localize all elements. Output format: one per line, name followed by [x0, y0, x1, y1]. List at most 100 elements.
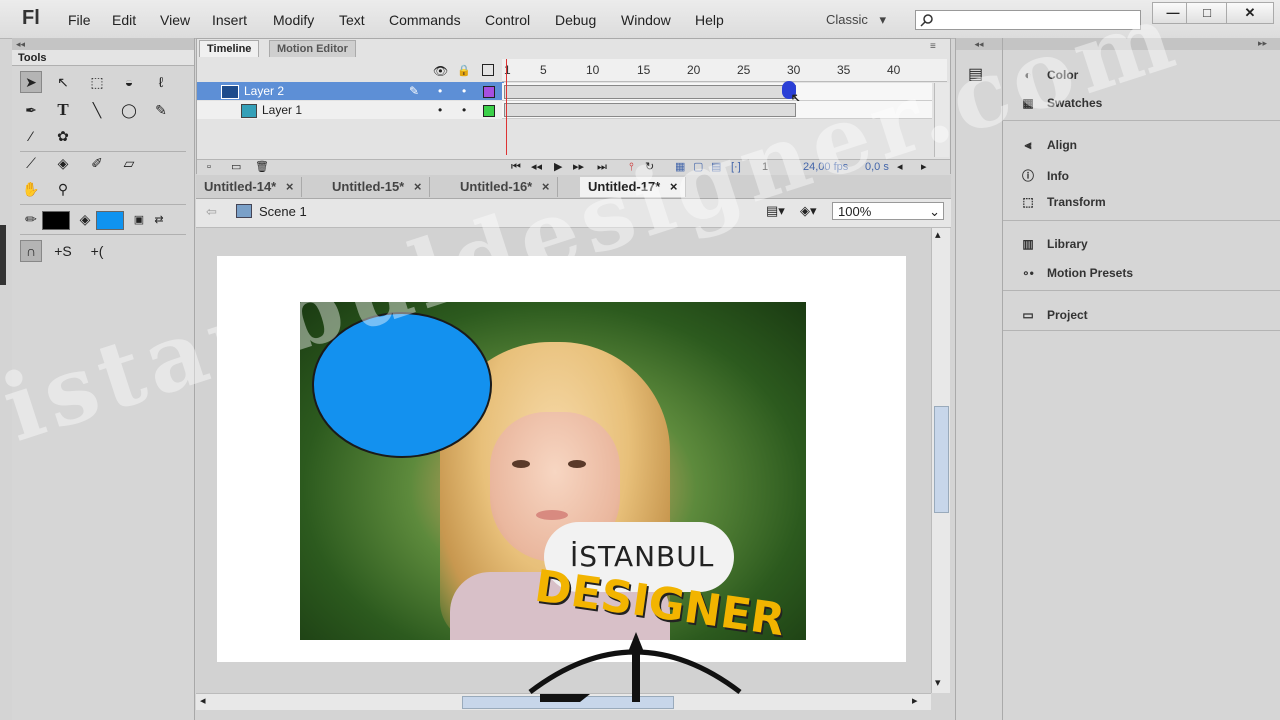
- panel-label: Library: [1047, 237, 1088, 251]
- menu-control[interactable]: Control: [485, 12, 530, 28]
- deco-tool-icon[interactable]: ✿: [52, 125, 74, 147]
- menu-window[interactable]: Window: [621, 12, 671, 28]
- menu-insert[interactable]: Insert: [212, 12, 247, 28]
- new-layer-icon[interactable]: ▫: [207, 160, 211, 175]
- playhead[interactable]: [506, 59, 507, 155]
- tab-motion-editor[interactable]: Motion Editor: [269, 40, 356, 57]
- stroke-color-swatch[interactable]: [42, 211, 70, 230]
- swap-colors-icon[interactable]: ⇄: [148, 208, 170, 230]
- layer-row-layer-2[interactable]: Layer 2 ✎ • •: [197, 82, 504, 100]
- lasso-tool-icon[interactable]: ℓ: [150, 71, 172, 93]
- left-edge-bar: [0, 225, 6, 285]
- show-hide-icon[interactable]: 👁: [433, 64, 448, 78]
- panel-library[interactable]: ▥ Library: [1019, 237, 1088, 251]
- tools-collapse-bar[interactable]: ◂◂: [12, 38, 194, 50]
- close-tab-icon[interactable]: ×: [414, 179, 422, 194]
- library-icon: ▥: [1022, 237, 1034, 251]
- menu-help[interactable]: Help: [695, 12, 724, 28]
- scroll-right-icon[interactable]: ▸: [912, 694, 918, 707]
- panel-transform[interactable]: ⬚ Transform: [1019, 195, 1105, 209]
- restore-button[interactable]: □: [1186, 2, 1228, 24]
- line-tool-icon[interactable]: ╲: [86, 99, 108, 121]
- menu-edit[interactable]: Edit: [112, 12, 136, 28]
- panel-info[interactable]: ⓘ Info: [1019, 167, 1069, 184]
- tab-untitled-14[interactable]: Untitled-14* ×: [196, 177, 303, 197]
- outline-icon[interactable]: [482, 64, 494, 76]
- smooth-icon[interactable]: +S: [52, 240, 74, 262]
- lock-dot-icon[interactable]: •: [462, 101, 466, 119]
- subselection-tool-icon[interactable]: ↖: [52, 71, 74, 93]
- first-frame-icon[interactable]: ⏮: [511, 160, 521, 175]
- chevron-down-icon: ▾: [879, 12, 887, 27]
- layer-icon: [221, 85, 239, 99]
- new-folder-icon[interactable]: ▭: [231, 160, 241, 175]
- free-transform-tool-icon[interactable]: ⬚: [86, 71, 108, 93]
- panel-project[interactable]: ▭ Project: [1019, 308, 1088, 322]
- 3d-rotation-tool-icon[interactable]: ◒: [118, 71, 140, 93]
- bone-tool-icon[interactable]: ⟋: [20, 152, 42, 174]
- lock-dot-icon[interactable]: •: [462, 82, 466, 100]
- paint-bucket-tool-icon[interactable]: ◈: [52, 152, 74, 174]
- dock-expand-icon[interactable]: ▸▸: [1258, 38, 1267, 49]
- tab-untitled-15[interactable]: Untitled-15* ×: [324, 177, 431, 197]
- delete-layer-icon[interactable]: 🗑: [255, 160, 269, 175]
- menu-modify[interactable]: Modify: [273, 12, 314, 28]
- play-icon[interactable]: ▶: [554, 160, 562, 175]
- close-tab-icon[interactable]: ×: [286, 179, 294, 194]
- menu-debug[interactable]: Debug: [555, 12, 596, 28]
- visible-dot-icon[interactable]: •: [438, 82, 442, 100]
- girl-mouth: [536, 510, 568, 520]
- straighten-icon[interactable]: +(: [86, 240, 108, 262]
- default-colors-icon[interactable]: ▣: [128, 208, 150, 230]
- fill-color-swatch[interactable]: [96, 211, 124, 230]
- close-window-button[interactable]: ✕: [1226, 2, 1274, 24]
- pen-tool-icon[interactable]: ✒: [20, 99, 42, 121]
- hand-tool-icon[interactable]: ✋: [20, 178, 42, 200]
- snap-to-objects-icon[interactable]: ∩: [20, 240, 42, 262]
- panel-label: Project: [1047, 308, 1088, 322]
- tab-label: Untitled-15*: [332, 179, 405, 194]
- zoom-tool-icon[interactable]: ⚲: [52, 178, 74, 200]
- ruler-number: 5: [540, 63, 547, 77]
- scroll-up-icon[interactable]: ▴: [935, 228, 941, 241]
- scene-icon: [236, 204, 252, 218]
- brush-tool-icon[interactable]: ⁄: [20, 125, 42, 147]
- panel-menu-icon[interactable]: ≡: [930, 41, 936, 52]
- panel-motion-presets[interactable]: ∘• Motion Presets: [1019, 266, 1133, 280]
- menu-view[interactable]: View: [160, 12, 190, 28]
- layer-row-layer-1[interactable]: Layer 1 • •: [197, 101, 504, 119]
- scene-label[interactable]: Scene 1: [259, 204, 307, 219]
- pencil-tool-icon[interactable]: ✎: [150, 99, 172, 121]
- menu-text[interactable]: Text: [339, 12, 365, 28]
- back-arrow-icon[interactable]: ⇦: [206, 204, 217, 220]
- zoom-select[interactable]: 100% ⌄: [832, 202, 944, 220]
- vscroll-thumb[interactable]: [934, 406, 949, 513]
- layer-outline-color[interactable]: [483, 105, 495, 117]
- ruler-number: 35: [837, 63, 851, 77]
- visible-dot-icon[interactable]: •: [438, 101, 442, 119]
- scroll-down-icon[interactable]: ▾: [935, 676, 941, 689]
- panel-align[interactable]: ⫷ Align: [1019, 138, 1077, 153]
- project-icon: ▭: [1022, 308, 1034, 322]
- info-icon: ⓘ: [1021, 169, 1034, 183]
- stage-vscroll[interactable]: ▴ ▾: [931, 228, 950, 693]
- eraser-tool-icon[interactable]: ▱: [118, 152, 140, 174]
- panel-label: Info: [1047, 169, 1069, 183]
- panel-label: Align: [1047, 138, 1077, 152]
- layer-outline-color[interactable]: [483, 86, 495, 98]
- tab-timeline[interactable]: Timeline: [199, 40, 260, 57]
- eyedropper-tool-icon[interactable]: ✐: [86, 152, 108, 174]
- workspace-switcher[interactable]: Classic ▾: [826, 12, 886, 28]
- text-tool-icon[interactable]: T: [52, 99, 74, 121]
- ruler-number: 10: [586, 63, 600, 77]
- scroll-left-icon[interactable]: ◂: [200, 694, 206, 707]
- selection-tool-icon[interactable]: ➤: [20, 71, 42, 93]
- prev-frame-icon[interactable]: ◂◂: [531, 160, 542, 175]
- workspace-label: Classic: [826, 12, 868, 27]
- menu-commands[interactable]: Commands: [389, 12, 461, 28]
- menu-file[interactable]: File: [68, 12, 91, 28]
- oval-tool-icon[interactable]: ◯: [118, 99, 140, 121]
- align-icon: ⫷: [1024, 138, 1032, 152]
- lock-icon[interactable]: 🔒: [457, 64, 471, 77]
- girl-eye-right: [568, 460, 586, 468]
